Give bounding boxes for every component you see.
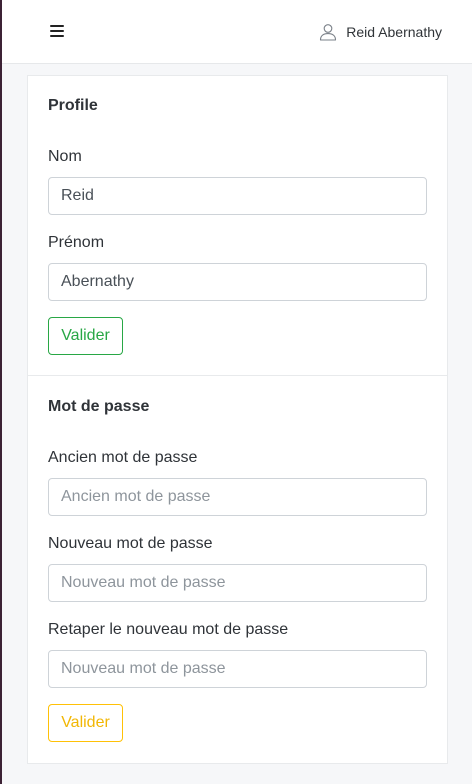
old-password-input[interactable] xyxy=(48,478,427,516)
window-left-edge xyxy=(0,0,2,784)
password-title: Mot de passe xyxy=(48,398,150,415)
menu-toggle-button[interactable] xyxy=(40,20,72,44)
first-name-label: Prénom xyxy=(48,234,105,251)
old-password-label: Ancien mot de passe xyxy=(48,449,198,466)
confirm-password-input[interactable] xyxy=(48,650,427,688)
confirm-password-label: Retaper le nouveau mot de passe xyxy=(48,621,289,638)
user-icon xyxy=(319,23,337,41)
last-name-label: Nom xyxy=(48,148,82,165)
last-name-input[interactable] xyxy=(48,177,427,215)
first-name-input[interactable] xyxy=(48,263,427,301)
top-navbar: Reid Abernathy xyxy=(2,0,472,64)
new-password-label: Nouveau mot de passe xyxy=(48,535,213,552)
password-card: Mot de passe Ancien mot de passe Nouveau… xyxy=(27,375,448,764)
user-menu[interactable]: Reid Abernathy xyxy=(319,22,442,42)
password-submit-button[interactable]: Valider xyxy=(48,704,123,742)
profile-title: Profile xyxy=(48,97,98,114)
new-password-input[interactable] xyxy=(48,564,427,602)
profile-card: Profile Nom Prénom Valider xyxy=(27,75,448,376)
user-name: Reid Abernathy xyxy=(346,24,442,40)
profile-submit-button[interactable]: Valider xyxy=(48,317,123,355)
